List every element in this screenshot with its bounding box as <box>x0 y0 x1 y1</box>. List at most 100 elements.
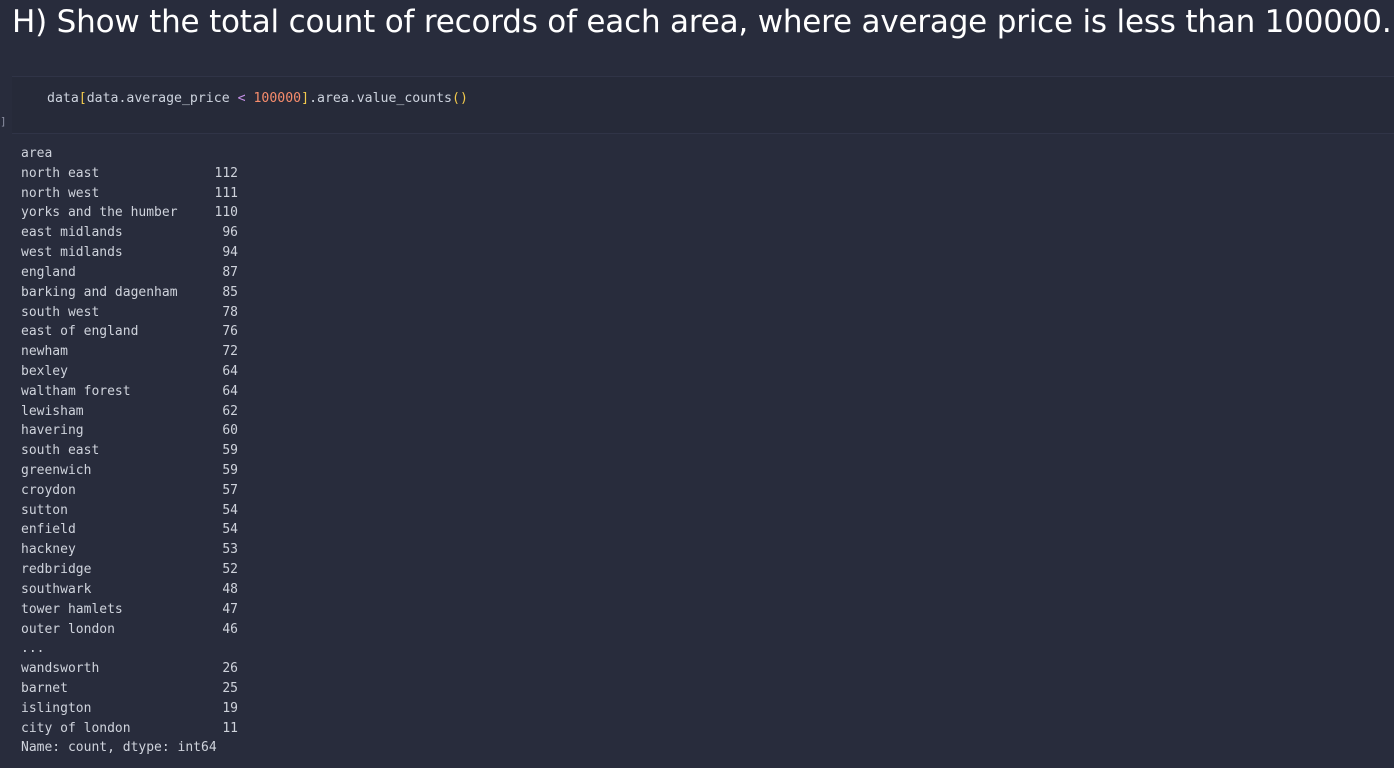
value-counts-row: east of england 76 <box>21 322 238 342</box>
code-token-method: .area.value_counts <box>309 91 452 106</box>
code-token-variable: data <box>47 91 79 106</box>
value-counts-row: havering 60 <box>21 421 238 441</box>
area-count: 54 <box>222 522 238 538</box>
area-count: 110 <box>214 205 238 221</box>
markdown-heading: H) Show the total count of records of ea… <box>12 4 1392 40</box>
area-count: 76 <box>222 324 238 340</box>
execution-count-marker: ] <box>0 115 7 128</box>
code-token-filter: data.average_price <box>86 91 238 106</box>
value-counts-row: outer london 46 <box>21 620 238 640</box>
output-index-name: area <box>21 146 53 161</box>
area-label: croydon <box>21 482 76 498</box>
area-label: outer london <box>21 621 115 637</box>
area-label: barnet <box>21 680 68 696</box>
area-label: havering <box>21 423 84 439</box>
area-label: north east <box>21 165 100 181</box>
code-token-parens: () <box>452 91 468 106</box>
area-count: 46 <box>222 621 238 637</box>
value-counts-row: west midlands 94 <box>21 243 238 263</box>
value-counts-row: croydon 57 <box>21 481 238 501</box>
area-count: 111 <box>214 185 238 201</box>
area-label: south west <box>21 304 100 320</box>
area-count: 57 <box>222 482 238 498</box>
value-counts-row: ... <box>21 639 52 659</box>
area-count: 54 <box>222 502 238 518</box>
area-count: 78 <box>222 304 238 320</box>
area-label: greenwich <box>21 463 92 478</box>
area-label: england <box>21 264 76 280</box>
area-label: south east <box>21 443 100 459</box>
output-dtype-line: Name: count, dtype: int64 <box>21 740 217 756</box>
area-count: 52 <box>222 562 238 578</box>
code-editor-line[interactable]: data[data.average_price < 100000].area.v… <box>47 90 468 108</box>
area-label: yorks and the humber <box>21 205 178 221</box>
area-label: lewisham <box>21 403 84 419</box>
value-counts-row: barking and dagenham 85 <box>21 283 238 303</box>
code-cell[interactable]: data[data.average_price < 100000].area.v… <box>12 76 1394 134</box>
value-counts-row: lewisham 62 <box>21 402 238 422</box>
value-counts-row: barnet 25 <box>21 679 238 699</box>
value-counts-row: greenwich 59 <box>21 461 238 481</box>
area-label: bexley <box>21 363 68 379</box>
area-label: newham <box>21 344 68 360</box>
area-count: 47 <box>222 601 238 617</box>
code-token-bracket-open: [ <box>78 91 87 106</box>
area-label: ... <box>21 641 45 657</box>
area-count: 60 <box>222 423 238 439</box>
area-count: 112 <box>214 165 238 181</box>
value-counts-row: islington 19 <box>21 699 238 719</box>
code-token-number: 100000 <box>253 91 302 106</box>
area-label: southwark <box>21 581 92 597</box>
area-label: hackney <box>21 542 76 558</box>
cell-output: area north east 112 north west 111 yorks and… <box>21 144 238 758</box>
area-count: 59 <box>222 443 238 459</box>
area-count: 19 <box>222 700 238 716</box>
area-label: city of london <box>21 720 131 736</box>
value-counts-row: yorks and the humber 110 <box>21 203 238 223</box>
area-label: tower hamlets <box>21 601 123 617</box>
area-label: east of england <box>21 324 139 340</box>
value-counts-row: north west 111 <box>21 184 238 204</box>
area-label: north west <box>21 185 100 201</box>
value-counts-row: city of london 11 <box>21 719 238 739</box>
area-count: 11 <box>222 720 238 736</box>
value-counts-row: tower hamlets 47 <box>21 600 238 620</box>
area-label: wandsworth <box>21 661 100 677</box>
value-counts-row: sutton 54 <box>21 501 238 521</box>
area-count: 59 <box>222 463 238 478</box>
area-label: redbridge <box>21 562 92 578</box>
value-counts-row: enfield 54 <box>21 520 238 540</box>
area-count: 53 <box>222 542 238 558</box>
area-label: barking and dagenham <box>21 284 178 300</box>
value-counts-row: hackney 53 <box>21 540 238 560</box>
value-counts-row: redbridge 52 <box>21 560 238 580</box>
code-token-operator: < <box>237 91 246 106</box>
output-dtype-row: Name: count, dtype: int64 <box>21 738 217 758</box>
area-label: islington <box>21 700 92 716</box>
area-count: 85 <box>222 284 238 300</box>
area-count: 96 <box>222 225 238 241</box>
value-counts-row: bexley 64 <box>21 362 238 382</box>
area-count: 64 <box>222 363 238 379</box>
area-count: 48 <box>222 581 238 597</box>
value-counts-row: south west 78 <box>21 303 238 323</box>
area-label: east midlands <box>21 225 123 241</box>
value-counts-row: waltham forest 64 <box>21 382 238 402</box>
value-counts-row: east midlands 96 <box>21 223 238 243</box>
value-counts-row: newham 72 <box>21 342 238 362</box>
area-count: 64 <box>222 383 238 399</box>
area-count: 62 <box>222 403 238 419</box>
value-counts-row: england 87 <box>21 263 238 283</box>
code-token-bracket-close: ] <box>301 91 310 106</box>
value-counts-row: wandsworth 26 <box>21 659 238 679</box>
area-label: west midlands <box>21 245 123 261</box>
value-counts-row: north east 112 <box>21 164 238 184</box>
output-index-name-row: area <box>21 144 52 164</box>
area-count: 25 <box>222 680 238 696</box>
value-counts-list: north east 112 north west 111 yorks and the … <box>21 164 238 739</box>
area-label: sutton <box>21 502 68 518</box>
value-counts-row: southwark 48 <box>21 580 238 600</box>
value-counts-row: south east 59 <box>21 441 238 461</box>
area-count: 87 <box>222 264 238 280</box>
area-label: waltham forest <box>21 383 131 399</box>
